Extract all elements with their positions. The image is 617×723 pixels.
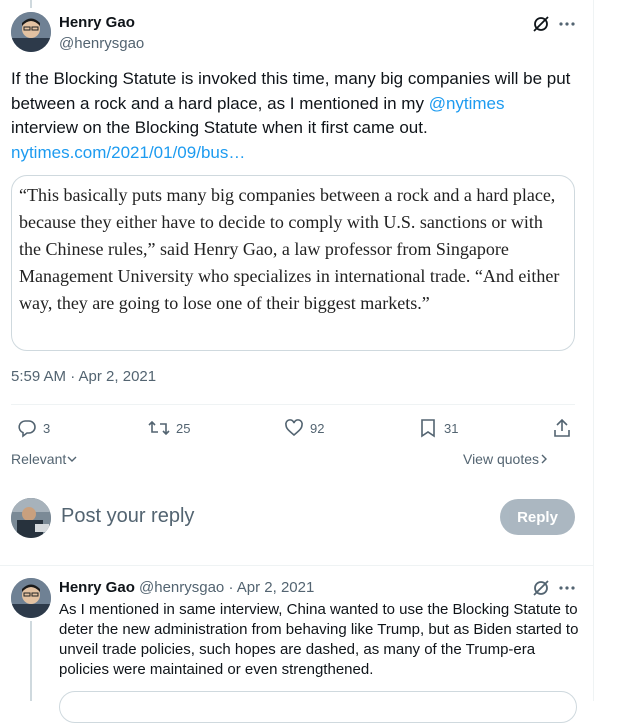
- article-link[interactable]: nytimes.com/2021/01/09/bus…: [11, 143, 245, 162]
- reply-icon: [18, 420, 36, 438]
- sort-label: Relevant: [11, 451, 67, 467]
- tweet-text-part2: interview on the Blocking Statute when i…: [11, 118, 428, 137]
- more-options-icon[interactable]: [557, 578, 577, 598]
- share-icon: [554, 418, 570, 437]
- bookmark-icon: [421, 419, 435, 438]
- like-action[interactable]: 92: [284, 418, 324, 438]
- tweet-timestamp[interactable]: 5:59 AM · Apr 2, 2021: [11, 368, 156, 385]
- repost-count: 25: [176, 420, 191, 436]
- view-quotes-label: View quotes: [462, 451, 539, 467]
- share-action[interactable]: [552, 418, 578, 438]
- grok-icon[interactable]: [531, 14, 551, 34]
- divider: [11, 404, 575, 405]
- reply-button[interactable]: Reply: [500, 499, 575, 535]
- bookmark-action[interactable]: 31: [418, 418, 458, 438]
- view-quotes-link[interactable]: View quotes: [463, 451, 549, 467]
- reply-quote-card[interactable]: [59, 691, 577, 723]
- repost-action[interactable]: 25: [148, 418, 190, 438]
- tweet-text: If the Blocking Statute is invoked this …: [11, 67, 571, 165]
- mention-link[interactable]: @nytimes: [429, 94, 505, 113]
- quote-text: “This basically puts many big companies …: [19, 185, 560, 313]
- chevron-down-icon: [67, 456, 77, 462]
- reply-count: 3: [43, 420, 51, 436]
- chevron-right-icon: [541, 454, 547, 464]
- reply-tweet-text: As I mentioned in same interview, China …: [59, 601, 579, 678]
- heart-icon: [285, 419, 303, 437]
- reply-author-avatar[interactable]: [11, 578, 51, 618]
- like-count: 92: [310, 420, 325, 436]
- timeline-column: Henry Gao @henrysgao If the Blocking Sta…: [0, 0, 594, 723]
- reply-input[interactable]: Post your reply: [61, 505, 194, 528]
- reply-author-meta[interactable]: @henrysgao · Apr 2, 2021: [139, 579, 314, 596]
- reply-author-name[interactable]: Henry Gao: [59, 579, 135, 596]
- sort-dropdown[interactable]: Relevant: [11, 451, 78, 467]
- more-options-icon[interactable]: [557, 14, 577, 34]
- bookmark-count: 31: [444, 420, 459, 436]
- author-name[interactable]: Henry Gao: [59, 14, 135, 31]
- grok-icon[interactable]: [531, 578, 551, 598]
- author-avatar[interactable]: [11, 12, 51, 52]
- current-user-avatar[interactable]: [11, 498, 51, 538]
- quote-image-card[interactable]: “This basically puts many big companies …: [11, 175, 575, 351]
- author-handle[interactable]: @henrysgao: [59, 35, 144, 52]
- thread-connector-top: [30, 0, 32, 8]
- thread-connector: [30, 621, 32, 701]
- divider: [0, 565, 593, 566]
- reply-action[interactable]: 3: [17, 418, 50, 438]
- repost-icon: [148, 420, 170, 436]
